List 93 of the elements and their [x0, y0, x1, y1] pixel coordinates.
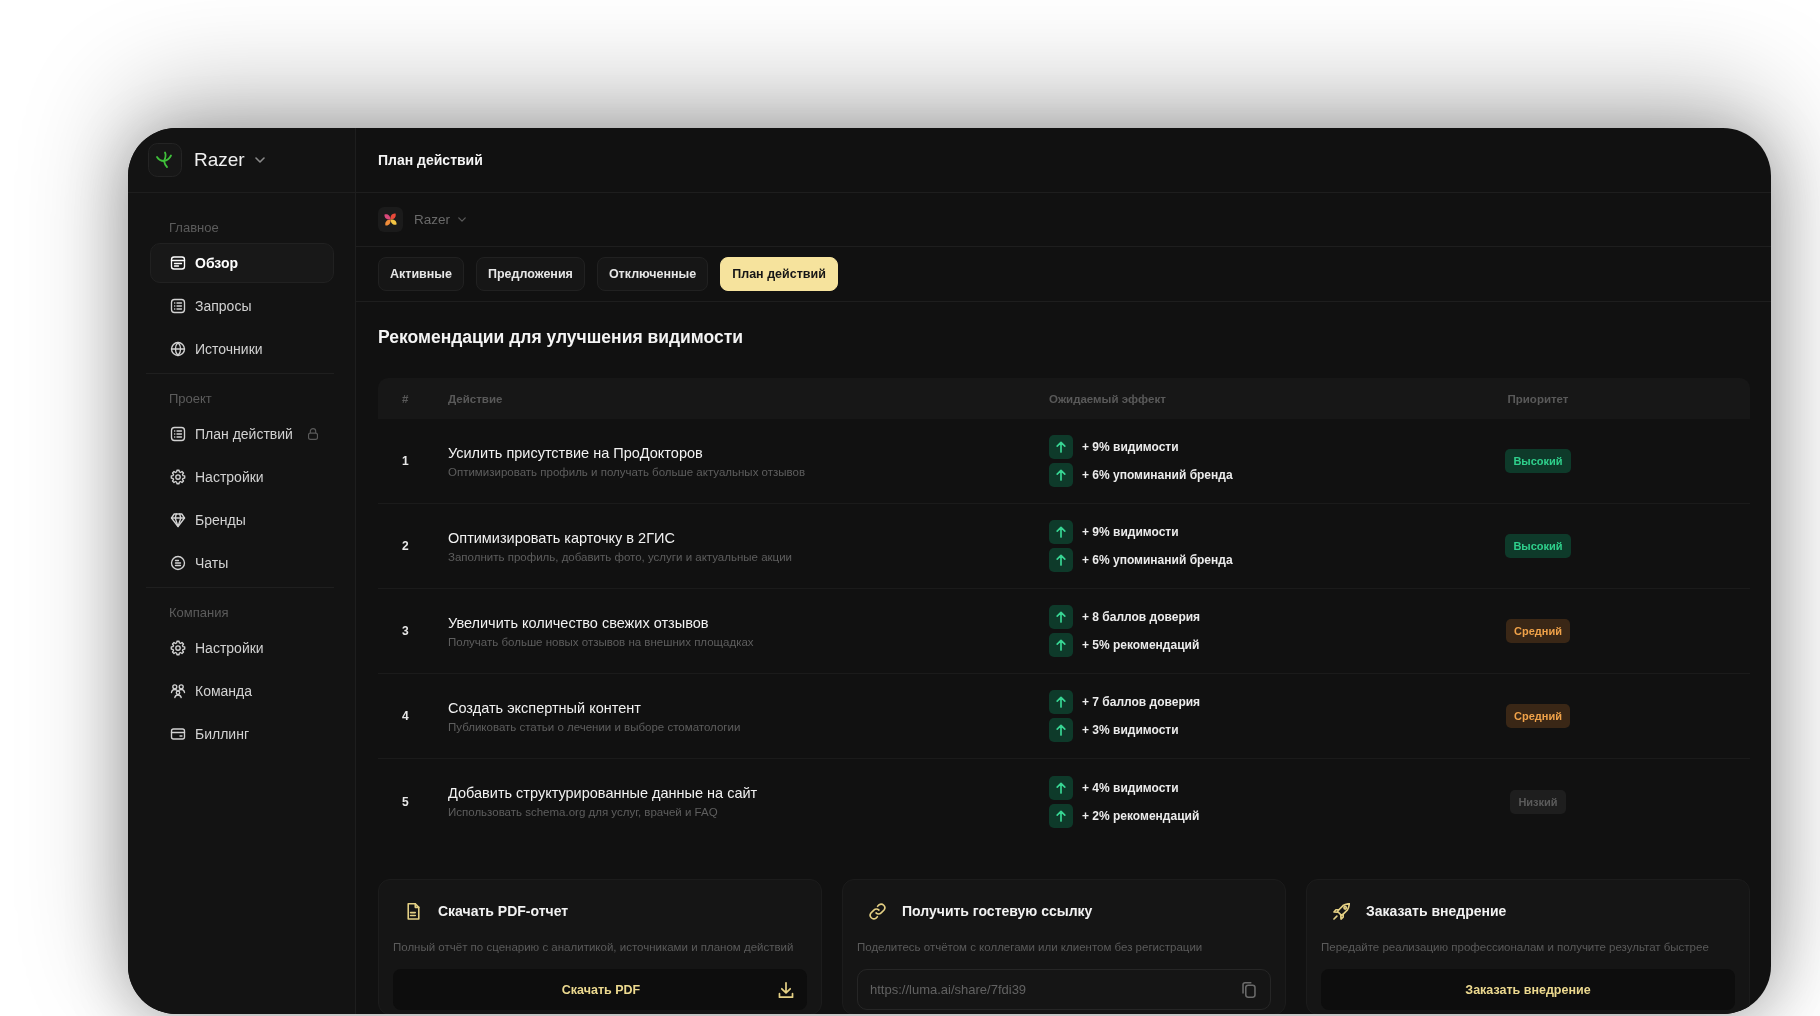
download-icon: [778, 981, 794, 998]
row-number: 3: [402, 624, 410, 638]
diamond-icon: [170, 512, 186, 528]
chevron-down-icon: [254, 157, 265, 163]
effect-text: + 4% видимости: [1082, 780, 1179, 795]
card-title: Получить гостевую ссылку: [902, 903, 1093, 919]
action-title: Создать экспертный контент: [448, 699, 641, 716]
effect-text: + 7 баллов доверия: [1082, 695, 1201, 709]
file-icon: [405, 902, 422, 920]
column-header: Приоритет: [1506, 392, 1570, 405]
card-title: Заказать внедрение: [1366, 903, 1507, 919]
priority-badge: Высокий: [1505, 534, 1571, 558]
effect-text: + 9% видимости: [1082, 525, 1179, 539]
arrow-up-icon: [1049, 520, 1073, 544]
arrow-up-icon: [1049, 463, 1073, 487]
row-number: 5: [402, 794, 410, 809]
effect-text: + 6% упоминаний бренда: [1082, 468, 1233, 482]
row-number: 1: [402, 454, 410, 468]
effect-text: + 9% видимости: [1082, 440, 1179, 454]
tab[interactable]: Предложения: [475, 257, 585, 291]
chevron-down-icon: [458, 217, 466, 222]
list-icon: [170, 426, 186, 442]
layout-icon: [170, 255, 186, 271]
section-title: Рекомендации для улучшения видимости: [378, 326, 745, 348]
action-description: Заполнить профиль, добавить фото, услуги и актуальные акции: [448, 550, 792, 563]
sidebar-item[interactable]: Обзор: [150, 243, 334, 283]
card-description: Полный отчёт по сценарию с аналитикой, источниками и планом действий: [393, 940, 794, 955]
globe-icon: [170, 341, 186, 357]
arrow-up-icon: [1049, 435, 1073, 459]
credit-card-icon: [170, 726, 186, 742]
arrow-up-icon: [1049, 605, 1073, 629]
copy-icon[interactable]: [1242, 981, 1256, 998]
people-icon: [170, 683, 186, 699]
download-button[interactable]: Скачать PDF: [393, 969, 807, 1010]
arrow-up-icon: [1049, 690, 1073, 714]
action-description: Использовать schema.org для услуг, врачей и FAQ: [448, 806, 718, 818]
link-icon: [869, 902, 886, 920]
sidebar-item[interactable]: Запросы: [150, 286, 334, 326]
effect-text: + 6% упоминаний бренда: [1082, 553, 1233, 567]
column-header: Ожидаемый эффект: [1049, 392, 1167, 405]
priority-badge: Средний: [1506, 619, 1570, 643]
sidebar-item[interactable]: Источники: [150, 329, 334, 369]
action-description: Публиковать статьи о лечении и выборе стоматологии: [448, 720, 741, 733]
page-title: План действий: [378, 152, 483, 168]
settings-icon: [170, 640, 186, 656]
tab[interactable]: План действий: [720, 257, 838, 291]
arrow-up-icon: [1049, 718, 1073, 742]
chat-icon: [170, 555, 186, 571]
priority-badge: Низкий: [1510, 789, 1566, 814]
workspace-switcher[interactable]: Razer: [148, 143, 265, 177]
rocket-icon: [1333, 902, 1350, 920]
column-header: Действие: [448, 392, 504, 405]
section-label: Главное: [168, 219, 220, 237]
tab[interactable]: Отключенные: [596, 257, 709, 291]
card-description: Передайте реализацию профессионалам и получите результат быстрее: [1321, 940, 1709, 955]
section-label: Компания: [168, 604, 230, 622]
priority-badge: Высокий: [1505, 449, 1571, 473]
sidebar-item[interactable]: Чаты: [150, 543, 334, 583]
action-title: Оптимизировать карточку в 2ГИС: [448, 529, 675, 546]
sidebar-item[interactable]: Команда: [150, 671, 334, 711]
arrow-up-icon: [1049, 633, 1073, 657]
arrow-up-icon: [1049, 803, 1073, 828]
sidebar-item[interactable]: Настройки: [150, 457, 334, 497]
effect-text: + 2% рекомендаций: [1082, 808, 1200, 823]
sidebar-item[interactable]: Настройки: [150, 628, 334, 668]
sidebar-item[interactable]: Биллинг: [150, 714, 334, 754]
tab[interactable]: Активные: [378, 257, 464, 291]
priority-badge: Средний: [1506, 704, 1570, 728]
order-button[interactable]: Заказать внедрение: [1321, 969, 1735, 1010]
action-title: Добавить структурированные данные на сайт: [448, 785, 758, 801]
lock-icon: [307, 428, 318, 440]
action-title: Усилить присутствие на ПроДокторов: [448, 444, 703, 461]
card-title: Скачать PDF-отчет: [438, 903, 569, 919]
sidebar-item[interactable]: Бренды: [150, 500, 334, 540]
brand-selector[interactable]: Razer: [378, 207, 466, 232]
card-description: Поделитесь отчётом с коллегами или клиентом без регистрации: [857, 940, 1203, 955]
section-label: Проект: [168, 390, 213, 408]
row-number: 4: [402, 709, 410, 723]
arrow-up-icon: [1049, 548, 1073, 572]
settings-icon: [170, 469, 186, 485]
action-description: Оптимизировать профиль и получать больше актуальных отзывов: [448, 465, 805, 478]
column-header: #: [402, 392, 410, 405]
list-icon: [170, 298, 186, 314]
action-description: Получать больше новых отзывов на внешних площадках: [448, 635, 754, 648]
effect-text: + 8 баллов доверия: [1082, 610, 1201, 624]
pinwheel-icon: [378, 207, 403, 232]
arrow-up-icon: [1049, 775, 1073, 800]
logo-icon: [148, 143, 182, 177]
effect-text: + 5% рекомендаций: [1082, 638, 1200, 652]
row-number: 2: [402, 539, 410, 553]
sidebar-item[interactable]: План действий: [150, 414, 334, 454]
effect-text: + 3% видимости: [1082, 723, 1179, 737]
action-title: Увеличить количество свежих отзывов: [448, 614, 709, 631]
